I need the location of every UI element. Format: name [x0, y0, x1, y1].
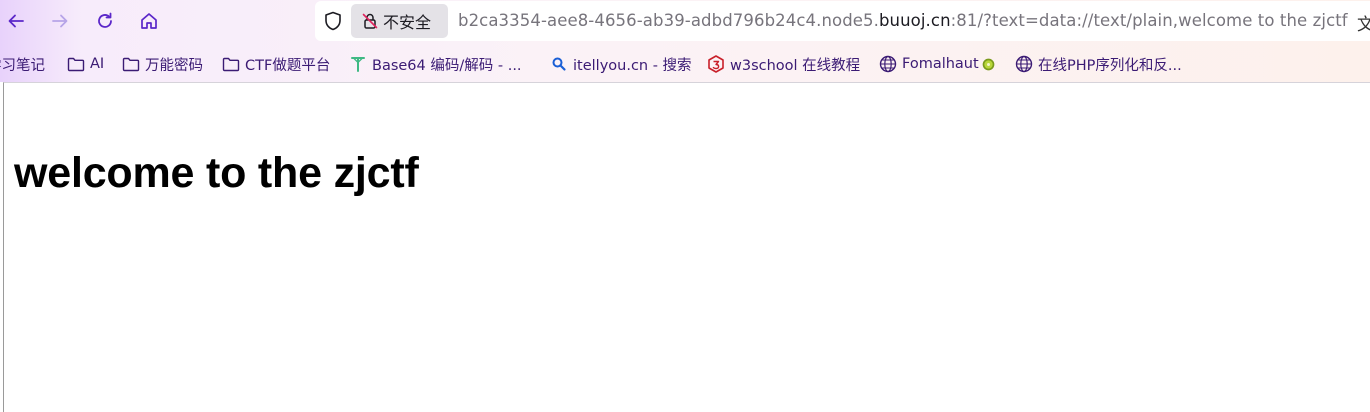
arrow-right-icon — [52, 14, 68, 28]
url-suffix: :81/?text=data://text/plain,welcome to t… — [950, 11, 1348, 30]
connection-insecure-badge[interactable]: 不安全 — [351, 4, 448, 38]
forward-button[interactable] — [45, 6, 75, 36]
bookmark-label: 万能密码 — [145, 57, 203, 74]
bookmark-item[interactable]: w3school 在线教程 — [707, 53, 860, 75]
url-text[interactable]: b2ca3354-aee8-4656-ab39-adbd796b24c4.nod… — [458, 11, 1348, 30]
reload-button[interactable] — [90, 6, 120, 36]
home-button[interactable] — [134, 6, 164, 36]
url-host: buuoj.cn — [878, 11, 951, 30]
url-prefix: b2ca3354-aee8-4656-ab39-adbd796b24c4.nod… — [458, 11, 879, 30]
kiwi-emoji-icon — [982, 58, 995, 70]
translate-icon[interactable]: 文 — [1357, 10, 1370, 35]
page-content: welcome to the zjctf — [3, 82, 1370, 412]
search-icon — [552, 57, 566, 71]
folder-icon — [122, 57, 140, 72]
browser-toolbar: 不安全 b2ca3354-aee8-4656-ab39-adbd796b24c4… — [0, 0, 1370, 42]
folder-icon — [222, 57, 240, 72]
bookmark-label: 在线PHP序列化和反... — [1038, 57, 1182, 74]
folder-icon — [67, 57, 85, 72]
bookmark-item[interactable]: 在线PHP序列化和反... — [1015, 53, 1182, 75]
bookmark-folder[interactable]: CTF做题平台 — [222, 53, 330, 75]
bookmarks-bar: 学习笔记 AI 万能密码 CTF做题平台 Base64 编码/ — [0, 45, 1370, 81]
bookmark-label: AI — [90, 56, 105, 72]
reload-icon — [98, 12, 112, 28]
page-heading: welcome to the zjctf — [14, 149, 419, 197]
globe-icon — [879, 55, 897, 73]
w3school-icon — [708, 55, 724, 73]
arrow-left-icon — [8, 14, 24, 28]
bookmark-folder[interactable]: AI — [67, 53, 104, 75]
bookmark-label: CTF做题平台 — [245, 57, 331, 74]
bookmark-folder[interactable]: 万能密码 — [122, 53, 203, 75]
browser-chrome: 不安全 b2ca3354-aee8-4656-ab39-adbd796b24c4… — [0, 0, 1370, 82]
home-icon — [141, 13, 157, 29]
bookmark-label: itellyou.cn - 搜索 — [573, 57, 692, 74]
bookmark-label: Fomalhaut — [902, 56, 979, 72]
insecure-lock-icon — [362, 13, 378, 29]
back-button[interactable] — [1, 6, 31, 36]
bookmark-label: 学习笔记 — [0, 57, 45, 74]
bookmark-item[interactable]: Fomalhaut — [879, 53, 996, 75]
address-bar[interactable]: 不安全 b2ca3354-aee8-4656-ab39-adbd796b24c4… — [315, 1, 1370, 41]
tool-icon — [351, 57, 365, 72]
shield-icon[interactable] — [322, 10, 344, 32]
globe-icon — [1015, 55, 1033, 73]
bookmark-item[interactable]: 学习笔记 — [0, 53, 45, 75]
bookmark-item[interactable]: Base64 编码/解码 - ... — [349, 53, 522, 75]
bookmark-label: Base64 编码/解码 - ... — [372, 57, 522, 74]
bookmark-label: w3school 在线教程 — [730, 57, 861, 74]
insecure-label: 不安全 — [383, 13, 432, 32]
bookmark-item[interactable]: itellyou.cn - 搜索 — [550, 53, 692, 75]
